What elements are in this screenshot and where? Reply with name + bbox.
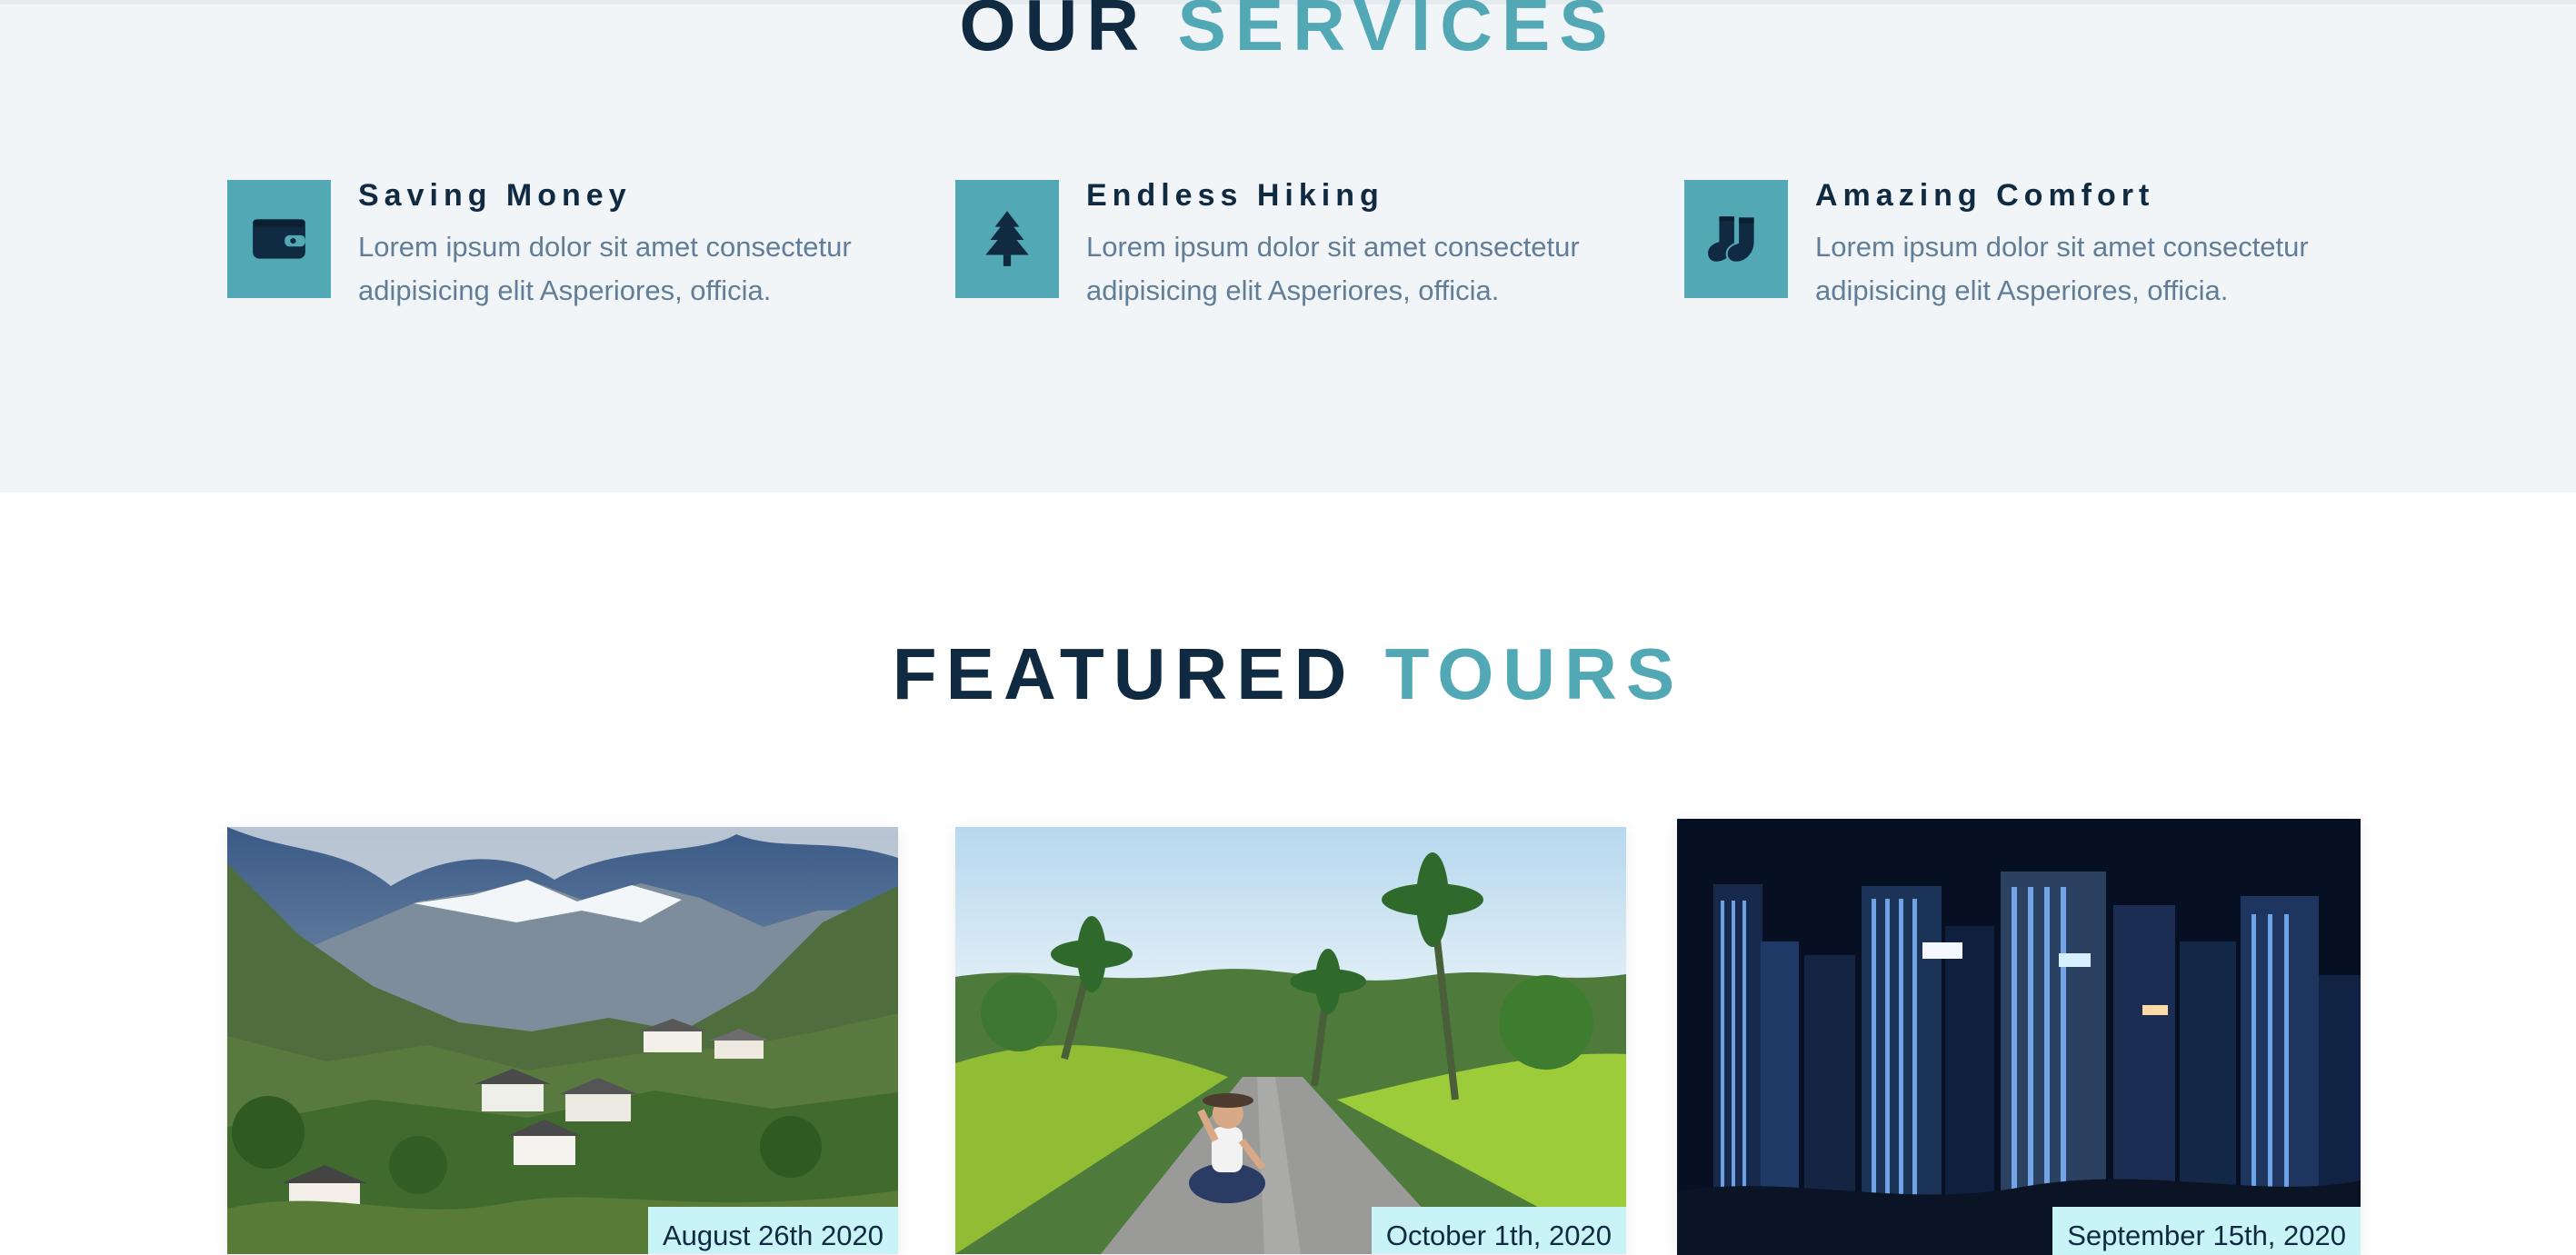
tropical-road-photo[interactable] (955, 827, 1626, 1254)
services-title: OUR SERVICES (0, 0, 2576, 69)
tour-date-badge: September 15th, 2020 (2052, 1207, 2361, 1255)
tree-icon (955, 180, 1059, 298)
tour-card[interactable]: October 1th, 2020 (955, 827, 1626, 1254)
tours-title-dark: FEATURED (892, 633, 1356, 714)
service-description: Lorem ipsum dolor sit amet consectetur a… (358, 231, 852, 306)
service-title: Endless Hiking (1086, 178, 1384, 213)
services-section: OUR SERVICES Saving Money Lorem ipsum do… (0, 0, 2576, 493)
services-title-accent: SERVICES (1177, 0, 1617, 65)
tour-date-badge: October 1th, 2020 (1371, 1207, 1626, 1254)
service-description: Lorem ipsum dolor sit amet consectetur a… (1815, 231, 2309, 306)
tour-card[interactable]: August 26th 2020 (227, 827, 898, 1254)
service-title: Saving Money (358, 178, 632, 213)
service-description: Lorem ipsum dolor sit amet consectetur a… (1086, 231, 1580, 306)
tour-date-badge: August 26th 2020 (647, 1207, 898, 1254)
mountain-village-photo[interactable] (227, 827, 898, 1254)
tour-card[interactable]: September 15th, 2020 (1677, 819, 2361, 1255)
featured-tours-title: FEATURED TOURS (0, 631, 2576, 718)
service-saving-money: Saving Money Lorem ipsum dolor sit amet … (227, 180, 918, 307)
services-title-dark: OUR (959, 0, 1149, 65)
service-amazing-comfort: Amazing Comfort Lorem ipsum dolor sit am… (1684, 180, 2375, 307)
wallet-icon (227, 180, 331, 298)
service-title: Amazing Comfort (1815, 178, 2155, 213)
night-city-photo[interactable] (1677, 819, 2361, 1255)
service-endless-hiking: Endless Hiking Lorem ipsum dolor sit ame… (955, 180, 1646, 307)
tours-title-accent: TOURS (1384, 633, 1684, 714)
socks-icon (1684, 180, 1788, 298)
